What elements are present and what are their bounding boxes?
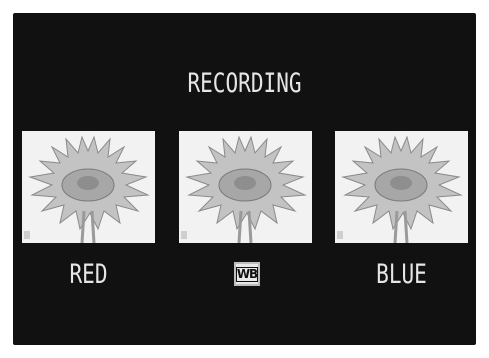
flower-image <box>335 131 468 243</box>
thumbnail-blue[interactable] <box>335 131 468 243</box>
thumbnail-label-red: RED <box>69 259 108 290</box>
page-title: RECORDING <box>187 68 302 99</box>
thumbnail-label-blue: BLUE <box>376 259 427 290</box>
flower-image <box>22 131 155 243</box>
thumbnail-white-balance[interactable] <box>179 131 312 243</box>
white-balance-icon-text: WB <box>235 266 258 282</box>
white-balance-icon: WB <box>234 262 260 286</box>
thumbnail-red[interactable] <box>22 131 155 243</box>
flower-image <box>179 131 312 243</box>
camera-lcd-screen: RECORDING RED WB BLUE <box>13 13 476 345</box>
